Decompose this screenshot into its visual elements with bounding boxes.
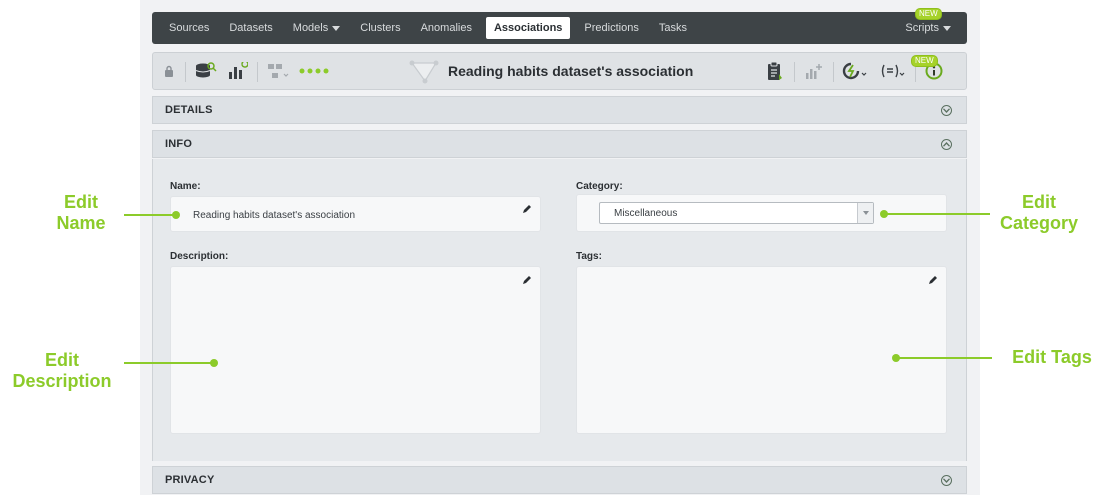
nav-predictions[interactable]: Predictions	[574, 17, 648, 39]
nav-scripts-label: Scripts	[905, 22, 939, 34]
annotation-connector	[124, 214, 174, 216]
annotation-dot	[892, 354, 900, 362]
toolbar-divider	[794, 62, 795, 82]
add-chart-icon[interactable]	[803, 61, 825, 81]
annotation-connector	[896, 357, 992, 359]
annotation-connector	[124, 362, 214, 364]
nav-datasets[interactable]: Datasets	[219, 17, 282, 39]
tags-field[interactable]	[576, 266, 947, 434]
edit-pencil-icon[interactable]	[928, 275, 938, 285]
nav-models[interactable]: Models	[283, 17, 350, 39]
dataset-icon[interactable]	[194, 61, 218, 81]
report-icon[interactable]	[764, 61, 786, 81]
nav-models-label: Models	[292, 22, 329, 34]
nav-scripts[interactable]: Scripts	[905, 17, 951, 39]
name-value: Reading habits dataset's association	[193, 210, 356, 221]
more-dots-icon[interactable]	[298, 61, 330, 81]
lock-icon[interactable]	[161, 61, 177, 81]
screenshot-stage: Sources Datasets Models Clusters Anomali…	[0, 0, 1100, 495]
annotation-dot	[210, 359, 218, 367]
annotation-edit-category-text: Edit Category	[999, 192, 1079, 233]
chevron-down-icon	[332, 25, 341, 31]
nav-associations[interactable]: Associations	[485, 17, 571, 39]
annotation-edit-name-text: Edit Name	[56, 192, 106, 233]
association-icon	[408, 57, 440, 85]
edit-pencil-icon[interactable]	[522, 204, 532, 214]
annotation-edit-description-text: Edit Description	[12, 350, 112, 391]
annotation-dot	[172, 211, 180, 219]
annotation-connector	[884, 213, 990, 215]
model-icon[interactable]	[266, 61, 290, 81]
edit-pencil-icon[interactable]	[522, 275, 532, 285]
batch-icon[interactable]	[841, 61, 871, 81]
annotation-edit-tags-text: Edit Tags	[1012, 347, 1092, 367]
app-window: Sources Datasets Models Clusters Anomali…	[140, 0, 980, 495]
info-panel-title: INFO	[165, 138, 193, 150]
description-field[interactable]	[170, 266, 541, 434]
category-select[interactable]: Miscellaneous	[599, 202, 874, 224]
annotation-edit-description: Edit Description	[0, 350, 124, 392]
expand-icon[interactable]	[941, 105, 952, 116]
toolbar-divider	[833, 62, 834, 82]
formula-icon[interactable]	[879, 61, 909, 81]
chart-icon[interactable]	[227, 61, 249, 81]
category-label: Category:	[576, 181, 623, 192]
name-label: Name:	[170, 181, 201, 192]
nav-anomalies[interactable]: Anomalies	[411, 17, 482, 39]
annotation-edit-tags: Edit Tags	[1004, 347, 1100, 368]
category-selected-value: Miscellaneous	[614, 208, 678, 219]
expand-icon[interactable]	[941, 475, 952, 486]
info-panel-header[interactable]: INFO	[152, 130, 967, 158]
annotation-edit-name: Edit Name	[46, 192, 116, 234]
toolbar-divider	[257, 62, 258, 82]
details-panel-header[interactable]: DETAILS	[152, 96, 967, 124]
nav-tasks[interactable]: Tasks	[649, 17, 697, 39]
formula-new-badge: NEW	[911, 55, 938, 67]
scripts-new-badge: NEW	[915, 8, 942, 20]
description-label: Description:	[170, 251, 229, 262]
resource-title: Reading habits dataset's association	[448, 63, 694, 79]
privacy-panel-header[interactable]: PRIVACY	[152, 466, 967, 494]
chevron-down-icon	[943, 25, 951, 31]
tags-label: Tags:	[576, 251, 602, 262]
select-arrow-icon	[857, 203, 873, 223]
details-panel-title: DETAILS	[165, 104, 213, 116]
collapse-icon[interactable]	[941, 139, 952, 150]
privacy-panel-title: PRIVACY	[165, 474, 215, 486]
top-navigation: Sources Datasets Models Clusters Anomali…	[152, 12, 967, 44]
name-field[interactable]: Reading habits dataset's association	[170, 196, 541, 232]
nav-clusters[interactable]: Clusters	[350, 17, 410, 39]
annotation-edit-category: Edit Category	[986, 192, 1092, 234]
resource-toolbar: Reading habits dataset's association	[152, 52, 967, 90]
annotation-dot	[880, 210, 888, 218]
nav-sources[interactable]: Sources	[159, 17, 219, 39]
toolbar-divider	[185, 62, 186, 82]
